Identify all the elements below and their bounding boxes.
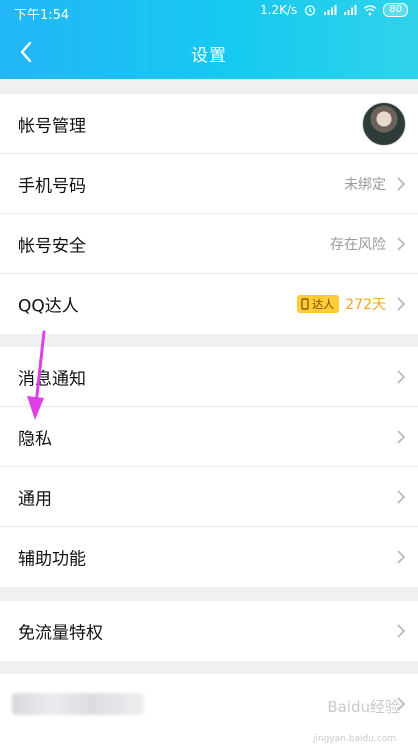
daren-status: 达人 272天	[297, 294, 386, 314]
signal-icon	[344, 5, 357, 15]
row-privacy[interactable]: 隐私	[0, 407, 418, 467]
network-speed: 1.2K/s	[260, 3, 298, 17]
chevron-right-icon	[397, 550, 406, 564]
row-label: 手机号码	[18, 176, 86, 196]
chevron-right-icon	[397, 236, 406, 251]
row-value: 未绑定	[344, 176, 386, 193]
row-accessibility[interactable]: 辅助功能	[0, 527, 418, 587]
row-label: 隐私	[18, 429, 52, 449]
chevron-right-icon	[397, 297, 406, 311]
row-account-management[interactable]: 帐号管理	[0, 94, 418, 154]
privilege-group: 免流量特权	[0, 601, 418, 661]
row-phone-number[interactable]: 手机号码 未绑定	[0, 154, 418, 214]
chevron-right-icon	[397, 429, 406, 444]
general-group: 消息通知 隐私 通用 辅助功能	[0, 347, 418, 587]
battery-icon: 80	[383, 3, 408, 17]
row-account-security[interactable]: 帐号安全 存在风险	[0, 214, 418, 274]
status-time: 下午1:54	[14, 8, 70, 23]
chevron-right-icon	[397, 369, 406, 384]
status-icons: 1.2K/s 80	[260, 3, 408, 17]
chevron-right-icon	[397, 624, 406, 638]
daren-badge: 达人	[297, 295, 340, 313]
signal-icon	[324, 5, 337, 15]
account-group: 帐号管理 手机号码 未绑定 帐号安全 存在风险 QQ达人 达人 272天	[0, 94, 418, 334]
chevron-right-icon	[397, 176, 406, 191]
chevron-right-icon	[397, 489, 406, 504]
row-label: 帐号管理	[18, 116, 86, 136]
baidu-watermark-url: jingyan.baidu.com	[312, 734, 396, 744]
nav-bar: 设置	[0, 24, 418, 79]
status-bar: 下午1:54 1.2K/s 80	[0, 0, 418, 24]
row-notifications[interactable]: 消息通知	[0, 347, 418, 407]
row-label: 帐号安全	[18, 236, 86, 256]
annotation-arrow-icon	[27, 330, 46, 420]
avatar	[362, 101, 406, 146]
row-free-data[interactable]: 免流量特权	[0, 601, 418, 661]
blurred-label	[12, 693, 144, 715]
phone-icon	[301, 298, 309, 310]
baidu-watermark: Baidu经验	[327, 698, 400, 716]
row-label: 免流量特权	[18, 623, 103, 644]
row-label: QQ达人	[18, 296, 79, 317]
row-general[interactable]: 通用	[0, 467, 418, 527]
daren-days: 272天	[345, 297, 386, 313]
daren-badge-label: 达人	[312, 298, 335, 311]
wifi-icon	[363, 5, 377, 16]
row-value: 存在风险	[330, 236, 386, 253]
page-title: 设置	[191, 46, 227, 66]
alarm-icon	[305, 5, 316, 16]
app-header: 下午1:54 1.2K/s 80 设置	[0, 0, 418, 79]
row-qq-daren[interactable]: QQ达人 达人 272天	[0, 274, 418, 334]
row-label: 通用	[18, 489, 52, 509]
row-label: 辅助功能	[18, 549, 86, 570]
